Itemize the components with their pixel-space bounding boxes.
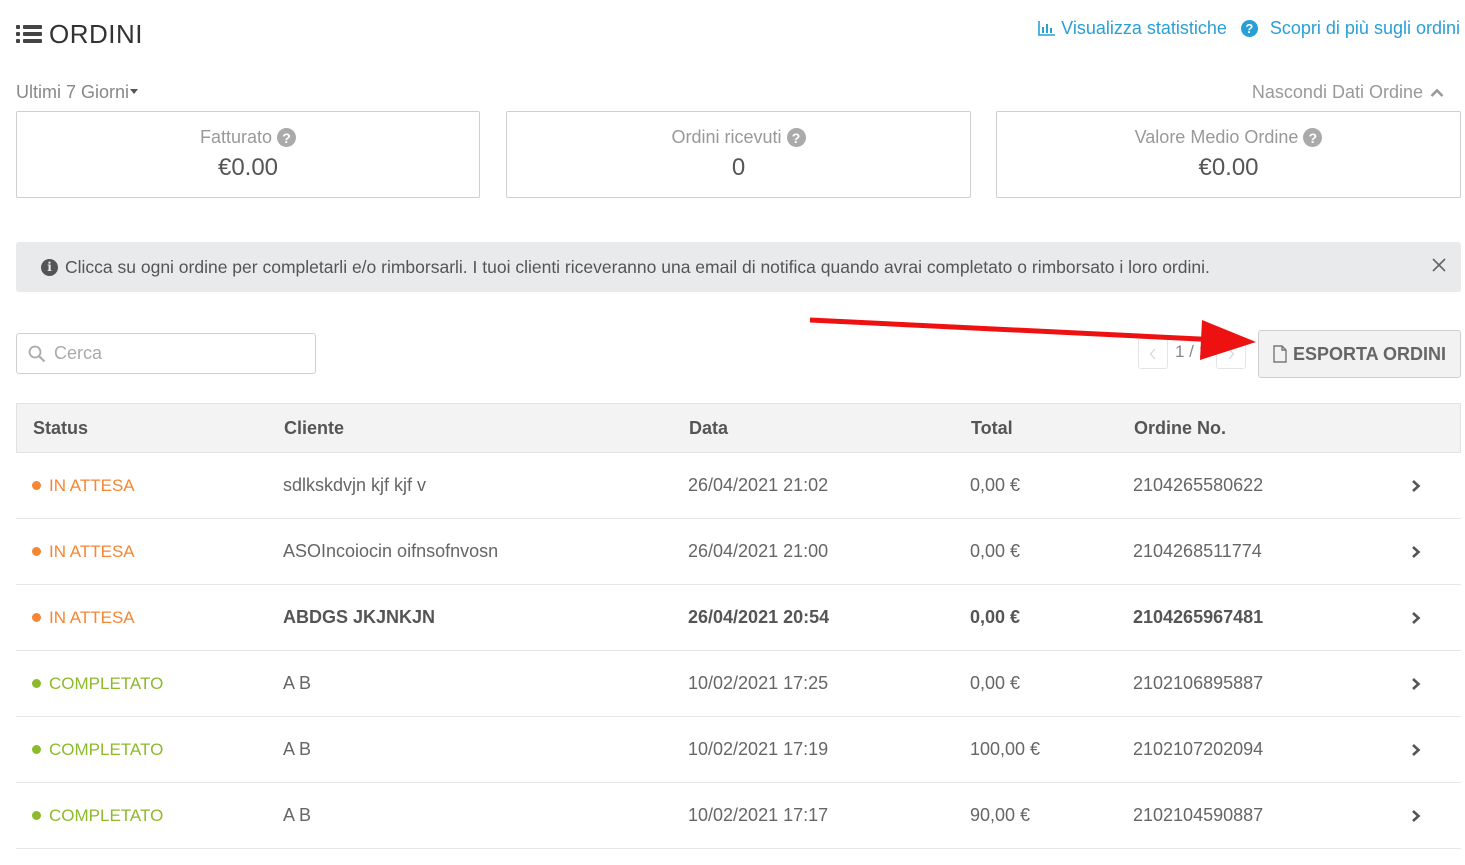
info-icon: i <box>41 258 58 276</box>
status-text: COMPLETATO <box>49 673 164 693</box>
order-no-cell: 2102107202094 <box>1133 739 1264 759</box>
column-header-status[interactable]: Status <box>17 418 284 439</box>
table-row[interactable]: COMPLETATO A B 10/02/2021 17:19 100,00 €… <box>16 717 1461 783</box>
top-links: Visualizza statistiche ? Scopri di più s… <box>1038 18 1460 39</box>
info-alert: i Clicca su ogni ordine per completarli … <box>16 242 1461 292</box>
hide-data-label: Nascondi Dati Ordine <box>1251 82 1423 102</box>
help-icon[interactable]: ? <box>1303 128 1323 147</box>
status-badge: IN ATTESA <box>16 476 283 496</box>
order-no-cell: 2104268511774 <box>1133 541 1262 561</box>
chevron-right-icon <box>1412 612 1421 624</box>
column-header-client[interactable]: Cliente <box>284 418 689 439</box>
question-icon: ? <box>1240 20 1258 37</box>
date-cell: 26/04/2021 21:02 <box>688 475 829 495</box>
search-icon <box>28 345 46 362</box>
status-badge: COMPLETATO <box>16 806 283 826</box>
total-cell: 0,00 € <box>970 673 1021 693</box>
date-cell: 10/02/2021 17:19 <box>688 739 829 759</box>
view-stats-label: Visualizza statistiche <box>1061 18 1227 38</box>
hide-order-data-toggle[interactable]: Nascondi Dati Ordine <box>1252 82 1444 103</box>
client-cell: A B <box>283 739 312 759</box>
table-row[interactable]: COMPLETATO A B 10/02/2021 17:17 90,00 € … <box>16 783 1461 849</box>
page-header: ORDINI <box>16 18 143 50</box>
order-no-cell: 2102106895887 <box>1133 673 1264 693</box>
info-text: Clicca su ogni ordine per completarli e/… <box>65 256 1210 277</box>
stat-card-average: Valore Medio Ordine? €0.00 <box>996 111 1461 198</box>
status-text: IN ATTESA <box>49 607 135 627</box>
help-icon[interactable]: ? <box>277 128 297 147</box>
learn-more-label: Scopri di più sugli ordini <box>1269 18 1460 38</box>
export-label: ESPORTA ORDINI <box>1292 343 1446 364</box>
stat-label: Ordini ricevuti <box>671 127 782 147</box>
stat-card-revenue: Fatturato? €0.00 <box>16 111 480 198</box>
status-text: IN ATTESA <box>49 541 135 561</box>
learn-more-link[interactable]: ? Scopri di più sugli ordini <box>1240 18 1460 39</box>
status-badge: COMPLETATO <box>16 674 283 694</box>
order-no-cell: 2104265967481 <box>1133 607 1264 627</box>
chevron-right-icon <box>1412 480 1421 492</box>
client-cell: A B <box>283 673 312 693</box>
column-header-total[interactable]: Total <box>971 418 1134 439</box>
date-cell: 10/02/2021 17:17 <box>688 805 829 825</box>
page-title: ORDINI <box>49 18 143 49</box>
chevron-right-icon <box>1412 810 1421 822</box>
column-header-order-no[interactable]: Ordine No. <box>1134 418 1384 439</box>
client-cell: ASOIncoiocin oifnsofnvosn <box>283 541 499 561</box>
chevron-up-icon <box>1430 88 1444 97</box>
period-dropdown[interactable]: Ultimi 7 Giorni <box>16 82 139 103</box>
orders-table: Status Cliente Data Total Ordine No. IN … <box>16 403 1461 849</box>
table-row[interactable]: IN ATTESA ABDGS JKJNKJN 26/04/2021 20:54… <box>16 585 1461 651</box>
status-text: COMPLETATO <box>49 805 164 825</box>
period-label: Ultimi 7 Giorni <box>16 82 130 102</box>
stat-value: €0.00 <box>217 154 279 181</box>
caret-down-icon <box>130 89 139 94</box>
stat-value: €0.00 <box>1198 154 1259 181</box>
table-row[interactable]: IN ATTESA sdlkskdvjn kjf kjf v 26/04/202… <box>16 453 1461 519</box>
date-cell: 10/02/2021 17:25 <box>688 673 829 693</box>
stat-label: Valore Medio Ordine <box>1134 127 1299 147</box>
total-cell: 90,00 € <box>970 805 1031 825</box>
chevron-right-icon <box>1412 678 1421 690</box>
search-input[interactable] <box>54 343 294 364</box>
search-box <box>16 333 316 374</box>
client-cell: ABDGS JKJNKJN <box>283 607 436 627</box>
export-orders-button[interactable]: ESPORTA ORDINI <box>1258 330 1461 378</box>
status-badge: IN ATTESA <box>16 542 283 562</box>
stat-label: Fatturato <box>199 127 273 147</box>
table-row[interactable]: COMPLETATO A B 10/02/2021 17:25 0,00 € 2… <box>16 651 1461 717</box>
date-cell: 26/04/2021 20:54 <box>688 607 830 627</box>
status-badge: COMPLETATO <box>16 740 283 760</box>
column-header-date[interactable]: Data <box>689 418 971 439</box>
chevron-right-icon <box>1412 546 1421 558</box>
close-icon[interactable] <box>1431 257 1447 273</box>
help-icon[interactable]: ? <box>786 128 806 147</box>
total-cell: 0,00 € <box>970 607 1021 627</box>
list-icon <box>16 23 42 45</box>
table-header: Status Cliente Data Total Ordine No. <box>16 403 1461 453</box>
view-stats-link[interactable]: Visualizza statistiche <box>1038 18 1227 39</box>
stat-card-orders: Ordini ricevuti? 0 <box>506 111 971 198</box>
annotation-arrow <box>809 317 1256 360</box>
total-cell: 0,00 € <box>970 475 1021 495</box>
order-no-cell: 2102104590887 <box>1133 805 1264 825</box>
status-text: COMPLETATO <box>49 739 164 759</box>
total-cell: 100,00 € <box>970 739 1041 759</box>
bar-chart-icon <box>1038 21 1056 36</box>
stat-value: 0 <box>731 154 746 181</box>
order-no-cell: 2104265580622 <box>1133 475 1264 495</box>
date-cell: 26/04/2021 21:00 <box>688 541 829 561</box>
client-cell: sdlkskdvjn kjf kjf v <box>283 475 427 495</box>
status-badge: IN ATTESA <box>16 608 283 628</box>
chevron-right-icon <box>1412 744 1421 756</box>
total-cell: 0,00 € <box>970 541 1021 561</box>
status-text: IN ATTESA <box>49 475 135 495</box>
file-icon <box>1273 345 1287 363</box>
table-row[interactable]: IN ATTESA ASOIncoiocin oifnsofnvosn 26/0… <box>16 519 1461 585</box>
client-cell: A B <box>283 805 312 825</box>
